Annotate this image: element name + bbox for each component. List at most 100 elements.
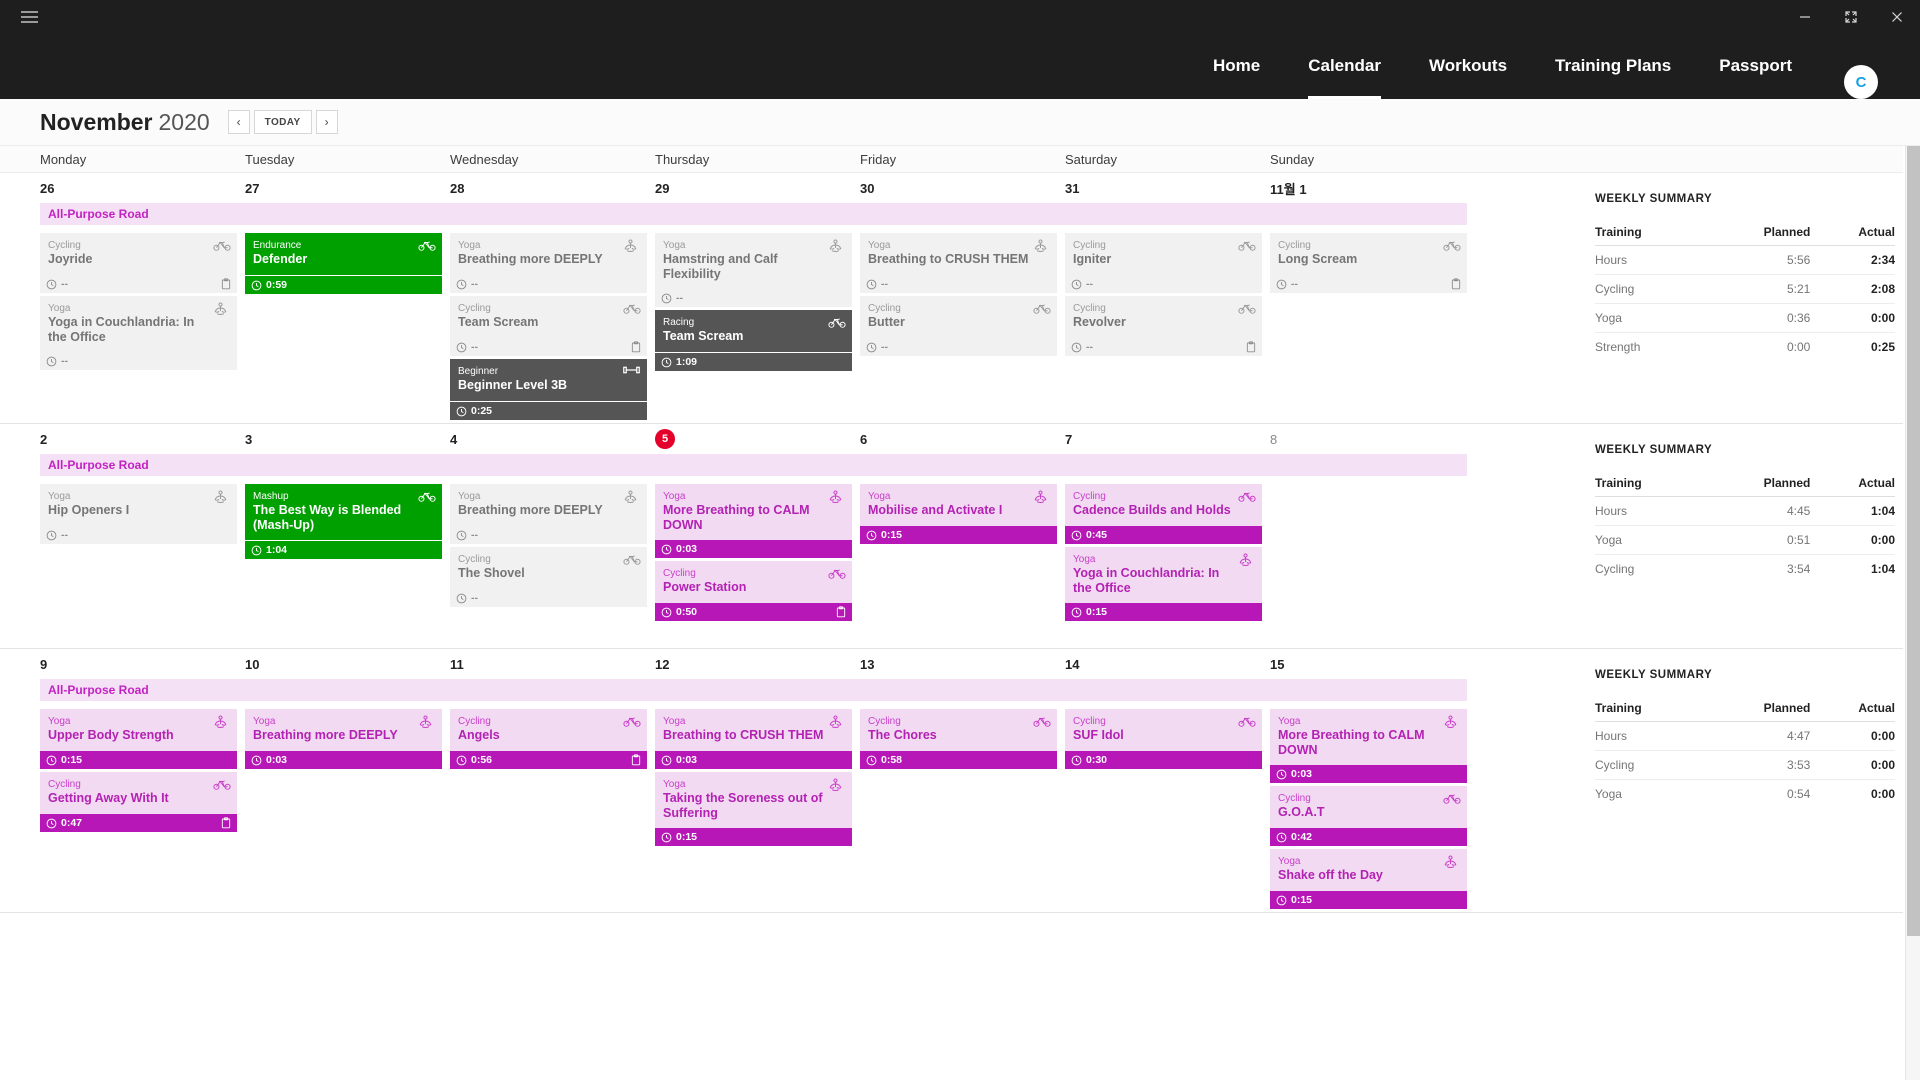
workout-card[interactable]: Cycling Team Scream -- [450, 296, 647, 356]
day-cell[interactable]: Yoga Mobilise and Activate I 0:15 [860, 484, 1065, 624]
workout-card[interactable]: Yoga Yoga in Couchlandria: In the Office -… [40, 296, 237, 370]
workout-card-body[interactable]: Yoga Breathing to CRUSH THEM [655, 709, 852, 751]
nav-item-calendar[interactable]: Calendar [1284, 33, 1405, 99]
workout-card-body[interactable]: Cycling Igniter [1065, 233, 1262, 275]
workout-card[interactable]: Cycling Long Scream -- [1270, 233, 1467, 293]
workout-card-body[interactable]: Yoga Breathing to CRUSH THEM [860, 233, 1057, 275]
day-cell[interactable]: Endurance Defender 0:59 [245, 233, 450, 423]
workout-card-body[interactable]: Cycling Revolver [1065, 296, 1262, 338]
day-cell[interactable]: Yoga Breathing to CRUSH THEM -- Cycling Butt… [860, 233, 1065, 423]
scrollbar-thumb[interactable] [1907, 146, 1920, 936]
nav-item-passport[interactable]: Passport [1695, 33, 1816, 99]
workout-card[interactable]: Yoga Hip Openers I -- [40, 484, 237, 544]
hamburger-menu-icon[interactable] [0, 0, 58, 33]
day-cell[interactable]: Yoga Breathing more DEEPLY 0:03 [245, 709, 450, 912]
training-plan-band[interactable]: All-Purpose Road [40, 203, 1467, 225]
workout-card[interactable]: Yoga Breathing to CRUSH THEM -- [860, 233, 1057, 293]
workout-card-body[interactable]: Cycling Long Scream [1270, 233, 1467, 275]
workout-card[interactable]: Yoga Shake off the Day 0:15 [1270, 849, 1467, 909]
clipboard-note-icon[interactable] [1246, 341, 1256, 353]
workout-card[interactable]: Cycling The Chores 0:58 [860, 709, 1057, 769]
workout-card-body[interactable]: Cycling Cadence Builds and Holds [1065, 484, 1262, 526]
workout-card-body[interactable]: Cycling The Shovel [450, 547, 647, 589]
workout-card-body[interactable]: Yoga Breathing more DEEPLY [450, 233, 647, 275]
day-cell[interactable]: Yoga Hip Openers I -- [40, 484, 245, 624]
day-cell[interactable]: Cycling Joyride -- Yoga Yoga in Couchlandria… [40, 233, 245, 423]
workout-card[interactable]: Cycling Cadence Builds and Holds 0:45 [1065, 484, 1262, 544]
workout-card-body[interactable]: Yoga Yoga in Couchlandria: In the Office [1065, 547, 1262, 603]
day-cell[interactable]: Cycling Igniter -- Cycling Revolver -- [1065, 233, 1270, 423]
workout-card-body[interactable]: Yoga Mobilise and Activate I [860, 484, 1057, 526]
clipboard-note-icon[interactable] [631, 754, 641, 766]
day-cell[interactable]: Cycling SUF Idol 0:30 [1065, 709, 1270, 912]
nav-item-workouts[interactable]: Workouts [1405, 33, 1531, 99]
workout-card-body[interactable]: Yoga More Breathing to CALM DOWN [655, 484, 852, 540]
day-cell[interactable]: Cycling Cadence Builds and Holds 0:45 Yoga Y… [1065, 484, 1270, 624]
workout-card[interactable]: Yoga More Breathing to CALM DOWN 0:03 [1270, 709, 1467, 783]
workout-card[interactable]: Endurance Defender 0:59 [245, 233, 442, 294]
workout-card-body[interactable]: Cycling Joyride [40, 233, 237, 275]
workout-card-body[interactable]: Cycling The Chores [860, 709, 1057, 751]
vertical-scrollbar[interactable] [1905, 146, 1920, 1080]
clipboard-note-icon[interactable] [1451, 278, 1461, 290]
day-cell[interactable]: Yoga More Breathing to CALM DOWN 0:03 Cycli… [655, 484, 860, 624]
workout-card-body[interactable]: Yoga Upper Body Strength [40, 709, 237, 751]
day-cell[interactable]: Yoga Breathing to CRUSH THEM 0:03 Yoga Takin… [655, 709, 860, 912]
clipboard-note-icon[interactable] [836, 606, 846, 618]
clipboard-note-icon[interactable] [221, 278, 231, 290]
workout-card-body[interactable]: Cycling SUF Idol [1065, 709, 1262, 751]
workout-card[interactable]: Yoga Breathing more DEEPLY -- [450, 484, 647, 544]
day-cell[interactable]: Yoga More Breathing to CALM DOWN 0:03 Cycli… [1270, 709, 1475, 912]
day-cell[interactable]: Yoga Hamstring and Calf Flexibility -- Raci… [655, 233, 860, 423]
minimize-icon[interactable] [1782, 0, 1828, 33]
workout-card-body[interactable]: Beginner Beginner Level 3B [450, 359, 647, 401]
today-button[interactable]: TODAY [253, 110, 312, 134]
workout-card-body[interactable]: Yoga Breathing more DEEPLY [450, 484, 647, 526]
workout-card-body[interactable]: Yoga More Breathing to CALM DOWN [1270, 709, 1467, 765]
workout-card[interactable]: Yoga Yoga in Couchlandria: In the Office 0… [1065, 547, 1262, 621]
maximize-icon[interactable] [1828, 0, 1874, 33]
day-cell[interactable]: Yoga Breathing more DEEPLY -- Cycling Team S… [450, 233, 655, 423]
workout-card-body[interactable]: Yoga Shake off the Day [1270, 849, 1467, 891]
training-plan-band[interactable]: All-Purpose Road [40, 454, 1467, 476]
workout-card-body[interactable]: Mashup The Best Way is Blended (Mash-Up) [245, 484, 442, 540]
workout-card[interactable]: Yoga More Breathing to CALM DOWN 0:03 [655, 484, 852, 558]
workout-card-body[interactable]: Yoga Taking the Soreness out of Suffering [655, 772, 852, 828]
workout-card-body[interactable]: Endurance Defender [245, 233, 442, 275]
workout-card-body[interactable]: Racing Team Scream [655, 310, 852, 352]
day-cell[interactable]: Yoga Upper Body Strength 0:15 Cycling Gettin… [40, 709, 245, 912]
clipboard-note-icon[interactable] [221, 817, 231, 829]
day-cell[interactable]: Cycling Angels 0:56 [450, 709, 655, 912]
workout-card[interactable]: Cycling Angels 0:56 [450, 709, 647, 769]
workout-card[interactable]: Cycling SUF Idol 0:30 [1065, 709, 1262, 769]
workout-card-body[interactable]: Yoga Breathing more DEEPLY [245, 709, 442, 751]
workout-card-body[interactable]: Cycling Getting Away With It [40, 772, 237, 814]
workout-card-body[interactable]: Cycling G.O.A.T [1270, 786, 1467, 828]
workout-card-body[interactable]: Cycling Power Station [655, 561, 852, 603]
avatar[interactable]: C [1844, 65, 1878, 99]
workout-card[interactable]: Yoga Upper Body Strength 0:15 [40, 709, 237, 769]
workout-card[interactable]: Yoga Breathing more DEEPLY -- [450, 233, 647, 293]
workout-card-body[interactable]: Cycling Butter [860, 296, 1057, 338]
workout-card[interactable]: Yoga Breathing more DEEPLY 0:03 [245, 709, 442, 769]
workout-card[interactable]: Mashup The Best Way is Blended (Mash-Up) 1… [245, 484, 442, 559]
nav-item-home[interactable]: Home [1189, 33, 1284, 99]
workout-card[interactable]: Racing Team Scream 1:09 [655, 310, 852, 371]
workout-card[interactable]: Cycling Revolver -- [1065, 296, 1262, 356]
workout-card[interactable]: Cycling G.O.A.T 0:42 [1270, 786, 1467, 846]
clipboard-note-icon[interactable] [631, 341, 641, 353]
workout-card[interactable]: Beginner Beginner Level 3B 0:25 [450, 359, 647, 420]
workout-card[interactable]: Cycling Igniter -- [1065, 233, 1262, 293]
workout-card[interactable]: Yoga Taking the Soreness out of Suffering… [655, 772, 852, 846]
workout-card[interactable]: Cycling The Shovel -- [450, 547, 647, 607]
workout-card[interactable]: Cycling Power Station 0:50 [655, 561, 852, 621]
close-icon[interactable] [1874, 0, 1920, 33]
day-cell[interactable]: Mashup The Best Way is Blended (Mash-Up) 1… [245, 484, 450, 624]
next-week-button[interactable]: › [315, 110, 338, 134]
workout-card[interactable]: Yoga Hamstring and Calf Flexibility -- [655, 233, 852, 307]
workout-card[interactable]: Cycling Getting Away With It 0:47 [40, 772, 237, 832]
workout-card-body[interactable]: Yoga Hip Openers I [40, 484, 237, 526]
workout-card-body[interactable]: Yoga Yoga in Couchlandria: In the Office [40, 296, 237, 352]
workout-card-body[interactable]: Cycling Team Scream [450, 296, 647, 338]
workout-card-body[interactable]: Yoga Hamstring and Calf Flexibility [655, 233, 852, 289]
